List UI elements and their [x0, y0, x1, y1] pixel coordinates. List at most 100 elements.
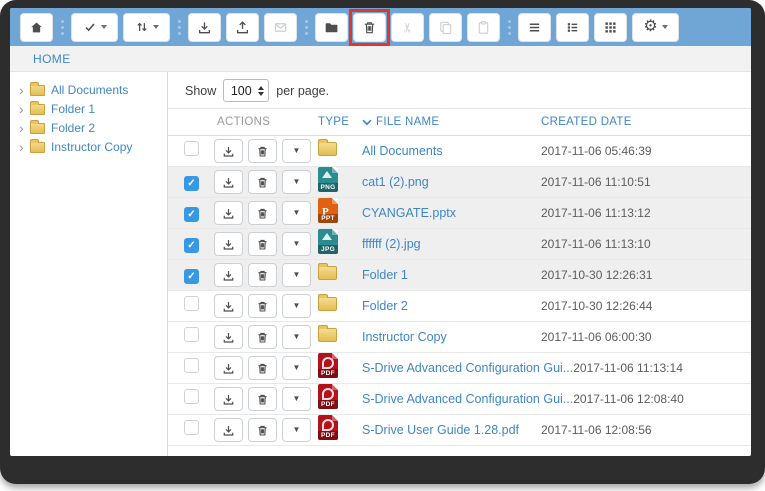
- arrow-up-icon[interactable]: [258, 86, 264, 90]
- new-folder-button[interactable]: [315, 13, 348, 42]
- page-size-value[interactable]: 100: [224, 84, 258, 98]
- row-more-button[interactable]: ▼: [282, 387, 311, 411]
- file-name-link[interactable]: S-Drive Advanced Configuration Gui...: [362, 392, 573, 406]
- file-name-link[interactable]: ffffff (2).jpg: [362, 237, 541, 251]
- file-name-link[interactable]: cat1 (2).png: [362, 175, 541, 189]
- row-checkbox[interactable]: [184, 207, 199, 222]
- table-row[interactable]: ▼: [168, 136, 751, 167]
- row-checkbox[interactable]: [184, 389, 199, 404]
- row-checkbox[interactable]: [184, 420, 199, 435]
- row-more-button[interactable]: ▼: [282, 294, 311, 318]
- file-name-link[interactable]: CYANGATE.pptx: [362, 206, 541, 220]
- sidebar-folder-item[interactable]: › Instructor Copy: [19, 137, 163, 156]
- breadcrumb-home[interactable]: HOME: [10, 52, 71, 66]
- file-type-icon: [318, 297, 337, 311]
- cut-button[interactable]: ✂: [391, 13, 424, 42]
- copy-button[interactable]: [429, 13, 462, 42]
- file-name-link[interactable]: Folder 2: [362, 299, 541, 313]
- sidebar-folder-item[interactable]: › All Documents: [19, 80, 163, 99]
- table-row[interactable]: ▼: [168, 291, 751, 322]
- grid-view-button[interactable]: [594, 13, 627, 42]
- row-delete-button[interactable]: [248, 263, 277, 287]
- row-more-button[interactable]: ▼: [282, 232, 311, 256]
- select-button[interactable]: [71, 13, 118, 42]
- row-checkbox[interactable]: [184, 176, 199, 191]
- row-more-button[interactable]: ▼: [282, 139, 311, 163]
- table-row[interactable]: ▼ PDF: [168, 384, 751, 415]
- table-row[interactable]: ▼ PDF: [168, 353, 751, 384]
- chevron-right-icon[interactable]: ›: [19, 121, 30, 135]
- sidebar-folder-item[interactable]: › Folder 2: [19, 118, 163, 137]
- row-checkbox[interactable]: [184, 327, 199, 342]
- table-row[interactable]: ▼: [168, 260, 751, 291]
- row-more-button[interactable]: ▼: [282, 325, 311, 349]
- chevron-right-icon[interactable]: ›: [19, 140, 30, 154]
- row-download-button[interactable]: [214, 232, 243, 256]
- row-download-button[interactable]: [214, 170, 243, 194]
- created-date-header[interactable]: CREATED DATE: [541, 116, 741, 128]
- table-row[interactable]: ▼ PDF: [168, 415, 751, 446]
- caret-down-icon: ▼: [293, 302, 301, 310]
- sort-button[interactable]: [123, 13, 170, 42]
- row-download-button[interactable]: [214, 139, 243, 163]
- file-name-link[interactable]: Instructor Copy: [362, 330, 541, 344]
- row-delete-button[interactable]: [248, 232, 277, 256]
- row-delete-button[interactable]: [248, 356, 277, 380]
- row-more-button[interactable]: ▼: [282, 263, 311, 287]
- table-row[interactable]: ▼ PNG: [168, 167, 751, 198]
- arrow-down-icon[interactable]: [258, 92, 264, 96]
- stepper-arrows[interactable]: [258, 86, 268, 96]
- upload-button[interactable]: [226, 13, 259, 42]
- row-more-button[interactable]: ▼: [282, 356, 311, 380]
- row-checkbox[interactable]: [184, 141, 199, 156]
- file-type-icon: JPG: [318, 229, 338, 254]
- trash-icon: [256, 176, 269, 189]
- file-name-link[interactable]: Folder 1: [362, 268, 541, 282]
- paste-button[interactable]: [467, 13, 500, 42]
- sidebar-item-label: All Documents: [51, 83, 128, 97]
- row-more-button[interactable]: ▼: [282, 170, 311, 194]
- table-row[interactable]: ▼ PPT: [168, 198, 751, 229]
- row-download-button[interactable]: [214, 418, 243, 442]
- trash-icon: [256, 300, 269, 313]
- row-download-button[interactable]: [214, 263, 243, 287]
- sidebar-folder-item[interactable]: › Folder 1: [19, 99, 163, 118]
- row-delete-button[interactable]: [248, 139, 277, 163]
- file-name-link[interactable]: S-Drive User Guide 1.28.pdf: [362, 423, 541, 437]
- page-size-stepper[interactable]: 100: [223, 79, 269, 102]
- chevron-right-icon[interactable]: ›: [19, 83, 30, 97]
- list-view-button[interactable]: [518, 13, 551, 42]
- row-more-button[interactable]: ▼: [282, 201, 311, 225]
- file-name-header[interactable]: FILE NAME: [362, 116, 541, 128]
- download-icon: [222, 176, 235, 189]
- detail-view-button[interactable]: [556, 13, 589, 42]
- table-row[interactable]: ▼: [168, 322, 751, 353]
- row-checkbox[interactable]: [184, 358, 199, 373]
- row-delete-button[interactable]: [248, 387, 277, 411]
- table-row[interactable]: ▼ JPG: [168, 229, 751, 260]
- file-name-link[interactable]: S-Drive Advanced Configuration Gui...: [362, 361, 573, 375]
- file-name-link[interactable]: All Documents: [362, 144, 541, 158]
- home-button[interactable]: [20, 13, 53, 42]
- download-button[interactable]: [188, 13, 221, 42]
- row-download-button[interactable]: [214, 325, 243, 349]
- row-download-button[interactable]: [214, 201, 243, 225]
- row-download-button[interactable]: [214, 387, 243, 411]
- email-button[interactable]: [264, 13, 297, 42]
- row-more-button[interactable]: ▼: [282, 418, 311, 442]
- chevron-right-icon[interactable]: ›: [19, 102, 30, 116]
- row-delete-button[interactable]: [248, 325, 277, 349]
- row-checkbox[interactable]: [184, 238, 199, 253]
- settings-button[interactable]: ⚙: [632, 13, 679, 42]
- check-icon: [83, 20, 97, 34]
- row-delete-button[interactable]: [248, 170, 277, 194]
- row-checkbox[interactable]: [184, 269, 199, 284]
- row-download-button[interactable]: [214, 356, 243, 380]
- type-header[interactable]: TYPE: [318, 116, 362, 128]
- row-delete-button[interactable]: [248, 294, 277, 318]
- row-download-button[interactable]: [214, 294, 243, 318]
- row-delete-button[interactable]: [248, 201, 277, 225]
- row-checkbox[interactable]: [184, 296, 199, 311]
- row-delete-button[interactable]: [248, 418, 277, 442]
- delete-button[interactable]: [353, 13, 386, 42]
